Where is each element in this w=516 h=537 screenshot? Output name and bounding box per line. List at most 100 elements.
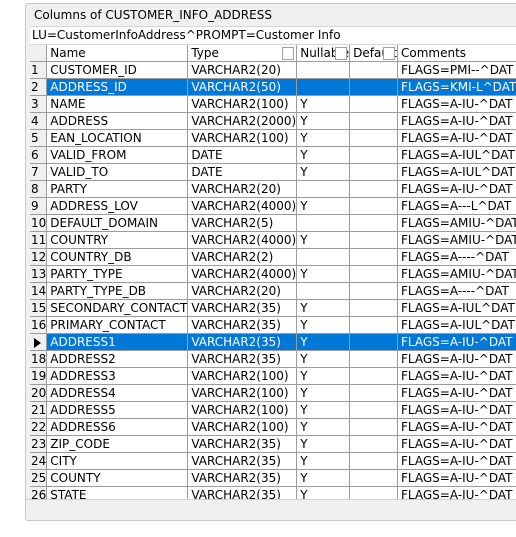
cell-nullable[interactable]: Y	[296, 401, 351, 419]
cell-default[interactable]	[349, 78, 399, 96]
cell-type[interactable]: VARCHAR2(100)	[187, 95, 298, 113]
cell-default[interactable]	[349, 163, 399, 181]
default-dropdown-icon[interactable]	[383, 47, 396, 60]
cell-comments[interactable]: FLAGS=A-IU-^DAT	[397, 435, 516, 453]
cell-comments[interactable]: FLAGS=PMI--^DAT	[397, 61, 516, 79]
cell-name[interactable]: STATE	[46, 486, 189, 499]
cell-default[interactable]	[349, 316, 399, 334]
row-number[interactable]: 13	[30, 265, 48, 283]
cell-name[interactable]: ADDRESS2	[46, 350, 189, 368]
cell-name[interactable]: ADDRESS4	[46, 384, 189, 402]
column-header-default[interactable]: Default	[349, 45, 399, 62]
cell-nullable[interactable]	[296, 180, 351, 198]
cell-name[interactable]: ZIP_CODE	[46, 435, 189, 453]
row-number[interactable]: 24	[30, 452, 48, 470]
cell-type[interactable]: VARCHAR2(35)	[187, 333, 298, 351]
table-row[interactable]: 16 PRIMARY_CONTACT VARCHAR2(35) Y FLAGS=A-IU…	[30, 316, 516, 334]
cell-comments[interactable]: FLAGS=A-IU-^DAT	[397, 486, 516, 499]
row-number[interactable]: 25	[30, 469, 48, 487]
cell-comments[interactable]: FLAGS=A-IU-^DAT	[397, 180, 516, 198]
cell-nullable[interactable]: Y	[296, 333, 351, 351]
cell-default[interactable]	[349, 299, 399, 317]
type-dropdown-icon[interactable]	[282, 47, 295, 60]
cell-nullable[interactable]: Y	[296, 265, 351, 283]
cell-nullable[interactable]: Y	[296, 350, 351, 368]
cell-default[interactable]	[349, 61, 399, 79]
cell-default[interactable]	[349, 146, 399, 164]
cell-type[interactable]: VARCHAR2(35)	[187, 486, 298, 499]
cell-nullable[interactable]: Y	[296, 197, 351, 215]
cell-name[interactable]: VALID_TO	[46, 163, 189, 181]
row-number[interactable]: 11	[30, 231, 48, 249]
column-header-nullable[interactable]: Nullable	[296, 45, 351, 62]
cell-nullable[interactable]: Y	[296, 367, 351, 385]
table-row[interactable]: 14 PARTY_TYPE_DB VARCHAR2(20) FLAGS=A----^D…	[30, 282, 516, 300]
table-row[interactable]: 8 PARTY VARCHAR2(20) FLAGS=A-IU-^DAT	[30, 180, 516, 198]
cell-type[interactable]: VARCHAR2(4000)	[187, 231, 298, 249]
row-number[interactable]: 7	[30, 163, 48, 181]
row-number[interactable]: 26	[30, 486, 48, 499]
table-row[interactable]: 15 SECONDARY_CONTACT VARCHAR2(35) Y FLAGS=A-…	[30, 299, 516, 317]
cell-default[interactable]	[349, 384, 399, 402]
cell-nullable[interactable]	[296, 61, 351, 79]
table-comment-field[interactable]: LU=CustomerInfoAddress^PROMPT=Customer I…	[30, 26, 516, 45]
row-number[interactable]: 12	[30, 248, 48, 266]
table-row[interactable]: 3 NAME VARCHAR2(100) Y FLAGS=A-IU-^DAT	[30, 95, 516, 113]
row-number[interactable]: 23	[30, 435, 48, 453]
row-number[interactable]: 21	[30, 401, 48, 419]
cell-default[interactable]	[349, 112, 399, 130]
cell-comments[interactable]: FLAGS=A-IU-^DAT	[397, 333, 516, 351]
cell-name[interactable]: PARTY_TYPE	[46, 265, 189, 283]
row-number[interactable]: 4	[30, 112, 48, 130]
cell-comments[interactable]: FLAGS=A-IU-^DAT	[397, 401, 516, 419]
cell-nullable[interactable]: Y	[296, 316, 351, 334]
cell-default[interactable]	[349, 401, 399, 419]
cell-comments[interactable]: FLAGS=A-IUL^DAT	[397, 299, 516, 317]
cell-default[interactable]	[349, 282, 399, 300]
cell-type[interactable]: VARCHAR2(100)	[187, 418, 298, 436]
cell-name[interactable]: ADDRESS_ID	[46, 78, 189, 96]
cell-nullable[interactable]: Y	[296, 435, 351, 453]
cell-name[interactable]: COUNTY	[46, 469, 189, 487]
table-row[interactable]: ADDRESS1 VARCHAR2(35) Y FLAGS=A-IU-^DAT	[30, 333, 516, 351]
cell-nullable[interactable]: Y	[296, 146, 351, 164]
cell-name[interactable]: ADDRESS6	[46, 418, 189, 436]
cell-nullable[interactable]: Y	[296, 486, 351, 499]
row-number[interactable]: 19	[30, 367, 48, 385]
columns-grid[interactable]: Name Type Nullable Default Comments 1 CUS…	[30, 45, 516, 499]
table-row[interactable]: 26 STATE VARCHAR2(35) Y FLAGS=A-IU-^DAT	[30, 486, 516, 499]
cell-default[interactable]	[349, 248, 399, 266]
cell-comments[interactable]: FLAGS=A-IU-^DAT	[397, 367, 516, 385]
cell-default[interactable]	[349, 486, 399, 499]
row-number[interactable]: 18	[30, 350, 48, 368]
row-number[interactable]: 9	[30, 197, 48, 215]
table-row[interactable]: 6 VALID_FROM DATE Y FLAGS=A-IUL^DAT	[30, 146, 516, 164]
cell-name[interactable]: PRIMARY_CONTACT	[46, 316, 189, 334]
cell-name[interactable]: ADDRESS3	[46, 367, 189, 385]
column-header-type[interactable]: Type	[187, 45, 298, 62]
cell-nullable[interactable]: Y	[296, 418, 351, 436]
cell-default[interactable]	[349, 180, 399, 198]
cell-comments[interactable]: FLAGS=A----^DAT	[397, 282, 516, 300]
table-row[interactable]: 23 ZIP_CODE VARCHAR2(35) Y FLAGS=A-IU-^DAT	[30, 435, 516, 453]
cell-nullable[interactable]: Y	[296, 452, 351, 470]
row-number[interactable]: 5	[30, 129, 48, 147]
row-number[interactable]: 2	[30, 78, 48, 96]
cell-type[interactable]: VARCHAR2(35)	[187, 452, 298, 470]
nullable-dropdown-icon[interactable]	[335, 47, 348, 60]
table-row[interactable]: 12 COUNTRY_DB VARCHAR2(2) FLAGS=A----^DAT	[30, 248, 516, 266]
cell-type[interactable]: VARCHAR2(35)	[187, 469, 298, 487]
cell-default[interactable]	[349, 350, 399, 368]
cell-comments[interactable]: FLAGS=A-IU-^DAT	[397, 112, 516, 130]
cell-nullable[interactable]: Y	[296, 469, 351, 487]
table-row[interactable]: 9 ADDRESS_LOV VARCHAR2(4000) Y FLAGS=A---L^D…	[30, 197, 516, 215]
cell-type[interactable]: DATE	[187, 146, 298, 164]
row-number[interactable]: 6	[30, 146, 48, 164]
table-row[interactable]: 22 ADDRESS6 VARCHAR2(100) Y FLAGS=A-IU-^DAT	[30, 418, 516, 436]
cell-default[interactable]	[349, 231, 399, 249]
cell-name[interactable]: DEFAULT_DOMAIN	[46, 214, 189, 232]
cell-type[interactable]: VARCHAR2(35)	[187, 316, 298, 334]
cell-default[interactable]	[349, 452, 399, 470]
cell-comments[interactable]: FLAGS=AMIU-^DAT	[397, 231, 516, 249]
cell-name[interactable]: SECONDARY_CONTACT	[46, 299, 189, 317]
